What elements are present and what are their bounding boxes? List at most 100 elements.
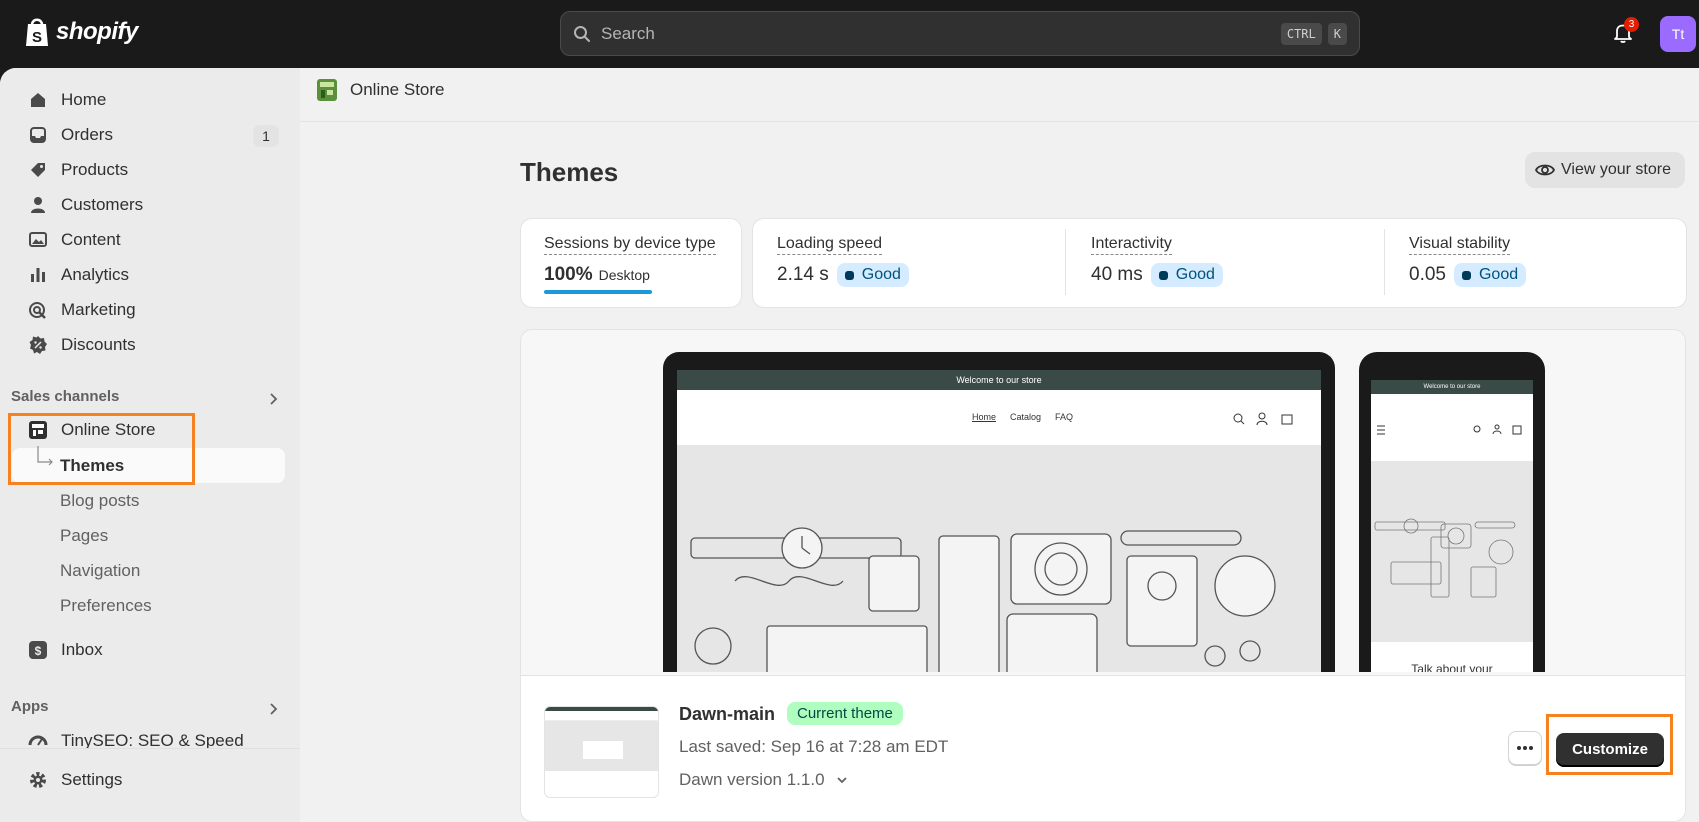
shopify-logo[interactable]: S shopify	[24, 16, 138, 48]
bar-chart-icon	[31, 268, 45, 282]
sessions-label: Sessions by device type	[544, 235, 716, 255]
sidebar-item-discounts[interactable]: Discounts	[28, 330, 136, 360]
visual-stability-metric[interactable]: Visual stability 0.05 Good	[1409, 235, 1527, 287]
loading-speed-value: 2.14 s	[777, 264, 829, 285]
search-placeholder: Search	[601, 23, 655, 43]
logo-text: shopify	[56, 18, 138, 45]
gear-icon	[30, 772, 46, 788]
theme-preview-card: Welcome to our store Home Catalog FAQ We…	[520, 329, 1686, 822]
store-nav: Home Catalog FAQ	[677, 390, 1321, 446]
sidebar: Home Orders 1 Products Customers Content…	[0, 68, 300, 822]
sidebar-item-label: Discounts	[61, 335, 136, 354]
sidebar-item-content[interactable]: Content	[28, 225, 121, 255]
mobile-preview[interactable]: Welcome to our store Talk about your	[1359, 352, 1545, 672]
chat-icon: $	[29, 641, 47, 659]
sidebar-item-home[interactable]: Home	[28, 85, 106, 115]
notification-badge: 3	[1624, 17, 1639, 32]
image-icon	[29, 232, 47, 247]
breadcrumb-label: Online Store	[350, 80, 445, 99]
target-icon	[29, 302, 46, 319]
more-actions-button[interactable]	[1508, 731, 1542, 765]
chevron-right-icon[interactable]	[266, 702, 280, 716]
shopping-bag-icon: S	[26, 18, 48, 46]
sidebar-sub-pages[interactable]: Pages	[60, 526, 108, 546]
shortcut-key-k: K	[1327, 22, 1347, 45]
home-icon	[31, 93, 45, 107]
sessions-device: Desktop	[598, 267, 650, 283]
product-illustration	[690, 527, 1276, 672]
page-title: Themes	[520, 157, 619, 187]
sidebar-item-label: Analytics	[61, 265, 130, 284]
person-icon	[31, 197, 45, 213]
mobile-header-icons	[1377, 424, 1522, 435]
sidebar-sub-preferences[interactable]: Preferences	[60, 596, 152, 616]
status-badge: Good	[836, 263, 909, 287]
chevron-right-icon[interactable]	[266, 392, 280, 406]
sessions-card[interactable]: Sessions by device type 100% Desktop	[520, 218, 742, 308]
interactivity-value: 40 ms	[1091, 264, 1143, 285]
sidebar-sub-navigation[interactable]: Navigation	[60, 561, 140, 581]
sidebar-item-label: Orders	[61, 125, 113, 144]
mobile-hero-text: Talk about your	[1411, 662, 1493, 672]
sidebar-item-customers[interactable]: Customers	[28, 190, 143, 220]
storefront-color-icon	[317, 79, 337, 101]
ellipsis-icon	[1517, 746, 1533, 750]
divider	[300, 121, 1699, 122]
sidebar-item-inbox[interactable]: $ Inbox	[28, 635, 103, 665]
sidebar-item-label: Inbox	[61, 640, 103, 659]
mobile-hero-image	[1371, 462, 1533, 642]
sidebar-item-settings[interactable]: Settings	[28, 765, 122, 795]
svg-text:S: S	[32, 29, 42, 46]
sidebar-item-label: Marketing	[61, 300, 136, 319]
sidebar-sub-blog-posts[interactable]: Blog posts	[60, 491, 139, 511]
visual-stability-label: Visual stability	[1409, 235, 1511, 255]
divider	[1384, 229, 1385, 295]
svg-text:$: $	[35, 644, 42, 658]
sessions-bar	[544, 290, 652, 294]
search-bar[interactable]: Search CTRL K	[560, 11, 1360, 56]
hero-image	[677, 446, 1321, 672]
theme-version-dropdown[interactable]: Dawn version 1.1.0	[679, 770, 849, 790]
mobile-product-illustration	[1374, 518, 1516, 598]
mobile-announcement-bar: Welcome to our store	[1371, 380, 1533, 394]
apps-heading[interactable]: Apps	[11, 698, 49, 715]
sidebar-item-label: Home	[61, 90, 107, 109]
avatar[interactable]: Tt	[1660, 16, 1696, 52]
sessions-value: 100%	[544, 264, 593, 285]
chevron-down-icon	[836, 777, 847, 784]
status-badge: Good	[1453, 263, 1527, 287]
store-nav-home: Home	[972, 412, 997, 422]
highlight-box	[8, 413, 195, 485]
loading-speed-metric[interactable]: Loading speed 2.14 s Good	[777, 235, 909, 287]
breadcrumb[interactable]: Online Store	[316, 78, 445, 102]
store-header-icons	[1233, 412, 1293, 426]
status-badge: Good	[1150, 263, 1223, 287]
interactivity-metric[interactable]: Interactivity 40 ms Good	[1091, 235, 1223, 287]
theme-thumbnail[interactable]	[544, 706, 659, 798]
view-store-button[interactable]: View your store	[1525, 152, 1685, 188]
sidebar-item-marketing[interactable]: Marketing	[28, 295, 136, 325]
orders-count-badge: 1	[253, 125, 279, 147]
theme-info-bar: Dawn-main Current theme Last saved: Sep …	[521, 675, 1685, 821]
main-frame: Home Orders 1 Products Customers Content…	[0, 68, 1699, 822]
tag-icon	[31, 163, 45, 177]
eye-icon	[1535, 164, 1555, 176]
store-nav-catalog: Catalog	[1010, 412, 1042, 422]
desktop-preview[interactable]: Welcome to our store Home Catalog FAQ	[663, 352, 1335, 672]
sales-channels-heading[interactable]: Sales channels	[11, 388, 119, 405]
search-icon	[574, 25, 590, 42]
sidebar-item-products[interactable]: Products	[28, 155, 128, 185]
sidebar-item-orders[interactable]: Orders	[28, 120, 113, 150]
sidebar-item-label: Customers	[61, 195, 144, 214]
last-saved-text: Last saved: Sep 16 at 7:28 am EDT	[679, 737, 949, 756]
web-performance-card: Loading speed 2.14 s Good Interactivity …	[752, 218, 1687, 308]
interactivity-label: Interactivity	[1091, 235, 1172, 255]
divider	[1065, 229, 1066, 295]
theme-name: Dawn-main	[679, 704, 776, 724]
mobile-store-nav	[1371, 394, 1533, 462]
announcement-bar: Welcome to our store	[677, 370, 1321, 390]
store-nav-faq: FAQ	[1055, 412, 1074, 422]
sidebar-item-label: Settings	[61, 770, 123, 789]
shortcut-key-ctrl: CTRL	[1280, 22, 1322, 45]
sidebar-item-analytics[interactable]: Analytics	[28, 260, 129, 290]
